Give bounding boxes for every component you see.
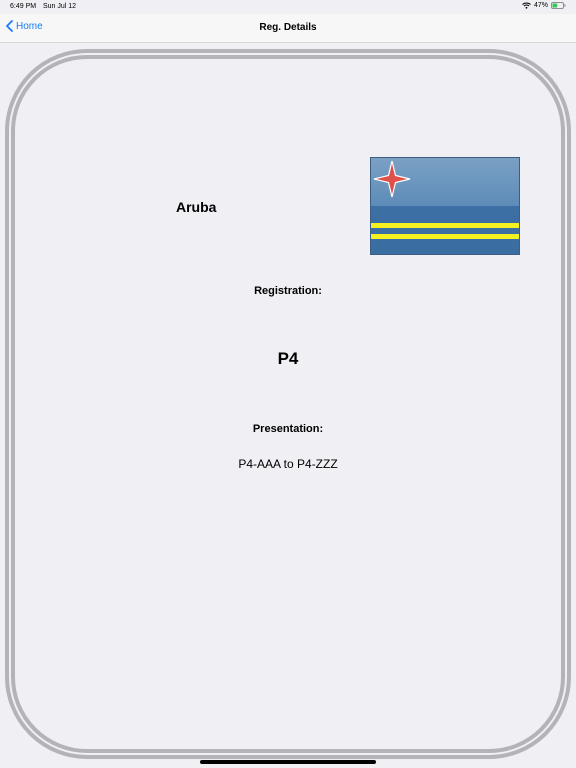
- aruba-flag-icon: [370, 157, 520, 255]
- home-indicator[interactable]: [200, 760, 376, 764]
- presentation-value: P4-AAA to P4-ZZZ: [238, 457, 338, 471]
- status-indicators: 47%: [522, 2, 566, 9]
- registration-code: P4: [277, 349, 299, 368]
- status-date: Sun Jul 12: [43, 3, 77, 10]
- wifi-icon: [522, 2, 531, 9]
- navigation-bar: Home Reg. Details: [0, 14, 576, 43]
- status-bar: 6:49 PM Sun Jul 12 47%: [0, 0, 576, 14]
- registration-label: Registration:: [254, 285, 322, 297]
- country-name: Aruba: [176, 199, 217, 215]
- status-time: 6:49 PM: [10, 3, 37, 10]
- presentation-label: Presentation:: [252, 423, 324, 435]
- battery-icon: [551, 2, 566, 9]
- page-title: Reg. Details: [259, 22, 317, 33]
- battery-percent: 47%: [533, 2, 548, 9]
- detail-card-frame: [4, 48, 572, 760]
